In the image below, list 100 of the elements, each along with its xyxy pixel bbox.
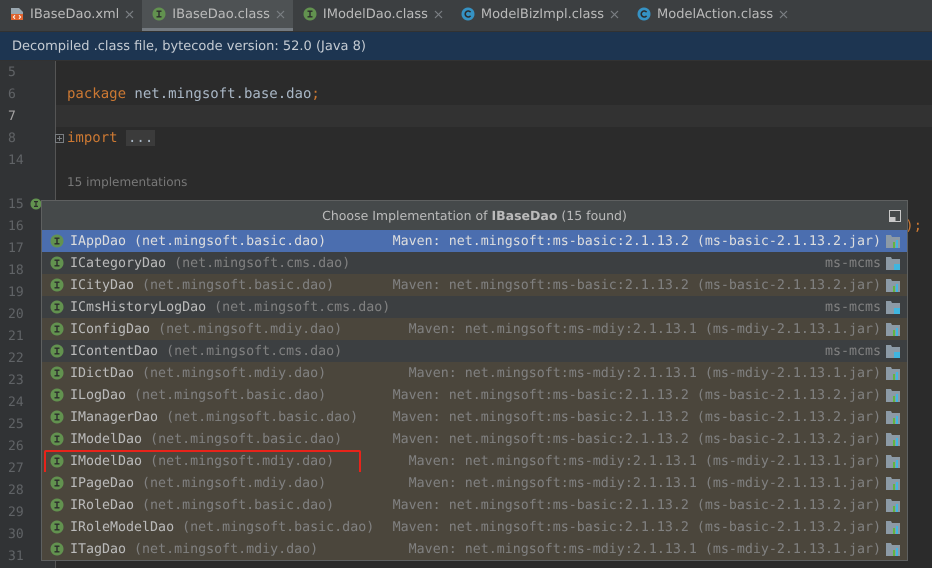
interface-icon: [50, 520, 64, 534]
implementation-row[interactable]: ICityDao (net.mingsoft.basic.dao) Maven: net.mingsoft:ms-basic:2.1.13.2 (ms-basic-2.1.13.2.jar): [42, 274, 907, 296]
implemented-marker-icon[interactable]: [30, 198, 42, 210]
class-name: IRoleDao: [70, 498, 134, 512]
package-name: (net.mingsoft.mdiy.dao): [142, 366, 326, 380]
implementation-row[interactable]: ILogDao (net.mingsoft.basic.dao) Maven: net.mingsoft:ms-basic:2.1.13.2 (ms-basic-2.1.13.2.jar): [42, 384, 907, 406]
location-label: Maven: net.mingsoft:ms-mdiy:2.1.13.1 (ms-mdiy-2.1.13.1.jar): [408, 542, 881, 556]
package-name: (net.mingsoft.basic.dao): [142, 278, 334, 292]
implementation-row[interactable]: IDictDao (net.mingsoft.mdiy.dao) Maven: net.mingsoft:ms-mdiy:2.1.13.1 (ms-mdiy-2.1.13.1.jar): [42, 362, 907, 384]
interface-icon: [50, 476, 64, 490]
class-name: ICmsHistoryLogDao: [70, 300, 206, 314]
class-name: IPageDao: [70, 476, 134, 490]
implementation-row[interactable]: IConfigDao (net.mingsoft.mdiy.dao) Maven: net.mingsoft:ms-mdiy:2.1.13.1 (ms-mdiy-2.1.13.1.jar): [42, 318, 907, 340]
interface-icon: [302, 7, 317, 21]
class-name: IAppDao: [70, 234, 126, 248]
xml-file-icon: [10, 7, 24, 21]
implementation-row[interactable]: IRoleDao (net.mingsoft.basic.dao) Maven: net.mingsoft:ms-basic:2.1.13.2 (ms-basic-2.1.13.2.jar): [42, 494, 907, 516]
tab-label: ModelBizImpl.class: [480, 6, 604, 22]
location-label: Maven: net.mingsoft:ms-mdiy:2.1.13.1 (ms-mdiy-2.1.13.1.jar): [408, 322, 881, 336]
package-name: (net.mingsoft.cms.dao): [214, 300, 390, 314]
editor-tab[interactable]: ModelAction.class: [627, 0, 796, 31]
class-name: ICategoryDao: [70, 256, 166, 270]
tab-label: IBaseDao.xml: [30, 6, 120, 22]
package-name: (net.mingsoft.mdiy.dao): [158, 322, 342, 336]
library-icon: [885, 453, 901, 469]
class-name: ILogDao: [70, 388, 126, 402]
editor-tab[interactable]: IBaseDao.class: [142, 0, 293, 31]
code-text: import ...: [67, 130, 156, 146]
library-icon: [885, 233, 901, 249]
library-icon: [885, 409, 901, 425]
pin-icon[interactable]: [889, 210, 901, 222]
package-name: (net.mingsoft.cms.dao): [166, 344, 342, 358]
close-icon[interactable]: [779, 10, 788, 18]
package-name: (net.mingsoft.basic.dao): [150, 432, 342, 446]
library-icon: [885, 541, 901, 557]
implementation-row[interactable]: IManagerDao (net.mingsoft.basic.dao) Maven: net.mingsoft:ms-basic:2.1.13.2 (ms-basic-2.1.13.2.jar): [42, 406, 907, 428]
interface-icon: [50, 410, 64, 424]
location-label: Maven: net.mingsoft:ms-basic:2.1.13.2 (ms-basic-2.1.13.2.jar): [392, 278, 881, 292]
package-name: (net.mingsoft.basic.dao): [142, 498, 334, 512]
location-label: Maven: net.mingsoft:ms-mdiy:2.1.13.1 (ms-mdiy-2.1.13.1.jar): [408, 454, 881, 468]
location-label: ms-mcms: [824, 344, 881, 358]
close-icon[interactable]: [434, 10, 443, 18]
package-name: (net.mingsoft.basic.dao): [134, 234, 326, 248]
implementation-row[interactable]: IModelDao (net.mingsoft.basic.dao) Maven: net.mingsoft:ms-basic:2.1.13.2 (ms-basic-2.1.13.2.jar): [42, 428, 907, 450]
package-name: (net.mingsoft.mdiy.dao): [150, 454, 334, 468]
interface-icon: [50, 388, 64, 402]
location-label: Maven: net.mingsoft:ms-basic:2.1.13.2 (ms-basic-2.1.13.2.jar): [392, 234, 881, 248]
package-name: (net.mingsoft.cms.dao): [174, 256, 350, 270]
interface-icon: [50, 542, 64, 556]
class-name: IModelDao: [70, 432, 142, 446]
fold-icon[interactable]: [55, 134, 64, 142]
interface-icon: [50, 344, 64, 358]
class-name: IModelDao: [70, 454, 142, 468]
close-icon[interactable]: [610, 10, 620, 18]
code-text: );: [905, 218, 922, 234]
library-icon: [885, 387, 901, 403]
module-icon: [885, 343, 901, 359]
interface-icon: [50, 278, 64, 292]
implementation-row[interactable]: IModelDao (net.mingsoft.mdiy.dao) Maven: net.mingsoft:ms-mdiy:2.1.13.1 (ms-mdiy-2.1.13.1.jar): [42, 450, 907, 472]
close-icon[interactable]: [276, 10, 285, 18]
module-icon: [885, 299, 901, 315]
interface-icon: [50, 234, 64, 248]
library-icon: [885, 365, 901, 381]
library-icon: [885, 475, 901, 491]
editor-tab[interactable]: ModelBizImpl.class: [450, 0, 628, 31]
module-icon: [885, 255, 901, 271]
tab-label: IBaseDao.class: [172, 6, 270, 22]
location-label: Maven: net.mingsoft:ms-basic:2.1.13.2 (ms-basic-2.1.13.2.jar): [392, 498, 881, 512]
interface-icon: [50, 498, 64, 512]
location-label: Maven: net.mingsoft:ms-basic:2.1.13.2 (ms-basic-2.1.13.2.jar): [392, 410, 881, 424]
library-icon: [885, 277, 901, 293]
package-name: (net.mingsoft.mdiy.dao): [134, 542, 318, 556]
interface-icon: [50, 432, 64, 446]
location-label: Maven: net.mingsoft:ms-basic:2.1.13.2 (ms-basic-2.1.13.2.jar): [392, 432, 881, 446]
location-label: Maven: net.mingsoft:ms-basic:2.1.13.2 (ms-basic-2.1.13.2.jar): [392, 388, 881, 402]
implementation-row[interactable]: IPageDao (net.mingsoft.mdiy.dao) Maven: net.mingsoft:ms-mdiy:2.1.13.1 (ms-mdiy-2.1.13.1.jar): [42, 472, 907, 494]
implementations-hint[interactable]: 15 implementations: [67, 175, 188, 189]
editor-tab[interactable]: IBaseDao.xml: [0, 0, 142, 31]
location-label: ms-mcms: [824, 300, 881, 314]
close-icon[interactable]: [125, 10, 134, 18]
popup-title: Choose Implementation of IBaseDao (15 found): [322, 208, 627, 223]
implementation-row[interactable]: IRoleModelDao (net.mingsoft.basic.dao) Maven: net.mingsoft:ms-basic:2.1.13.2 (ms-basic-2.1.13.2.jar): [42, 516, 907, 538]
library-icon: [885, 431, 901, 447]
class-icon: [460, 7, 475, 21]
decompiled-notice: Decompiled .class file, bytecode version: 52.0 (Java 8): [0, 32, 932, 61]
implementation-row[interactable]: ITagDao (net.mingsoft.mdiy.dao) Maven: net.mingsoft:ms-mdiy:2.1.13.1 (ms-mdiy-2.1.13.1.jar): [42, 538, 907, 560]
class-name: ICityDao: [70, 278, 134, 292]
class-name: IContentDao: [70, 344, 158, 358]
location-label: Maven: net.mingsoft:ms-mdiy:2.1.13.1 (ms-mdiy-2.1.13.1.jar): [408, 366, 881, 380]
location-label: Maven: net.mingsoft:ms-mdiy:2.1.13.1 (ms-mdiy-2.1.13.1.jar): [408, 476, 881, 490]
implementation-row[interactable]: IAppDao (net.mingsoft.basic.dao) Maven: net.mingsoft:ms-basic:2.1.13.2 (ms-basic-2.1.13.2.jar): [42, 230, 907, 252]
class-name: IManagerDao: [70, 410, 158, 424]
library-icon: [885, 519, 901, 535]
tab-label: IModelDao.class: [322, 6, 428, 22]
class-name: IDictDao: [70, 366, 134, 380]
editor-tab[interactable]: IModelDao.class: [292, 0, 451, 31]
line-number: 7: [8, 108, 16, 124]
code-text: package net.mingsoft.base.dao;: [67, 86, 320, 102]
interface-icon: [50, 366, 64, 380]
package-name: (net.mingsoft.mdiy.dao): [142, 476, 326, 490]
